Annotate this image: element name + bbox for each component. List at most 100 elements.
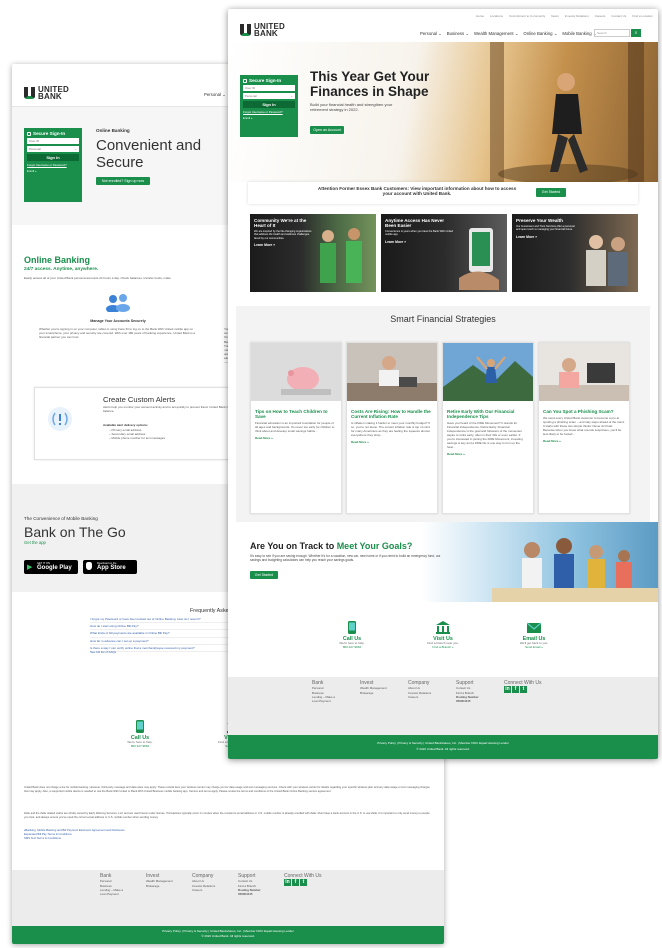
sign-in-button[interactable]: Sign In: [243, 101, 295, 108]
call-us-phone[interactable]: 800.327.9862: [320, 645, 384, 649]
util-link[interactable]: Locations: [490, 14, 503, 18]
user-id-field[interactable]: User ID: [243, 85, 295, 91]
faq-item[interactable]: How far in advance can I set up a paymen…: [90, 638, 230, 645]
mobile-title: Bank on The Go: [24, 524, 126, 540]
article-title: Retire Early With Our Financial Independ…: [447, 409, 515, 419]
woman-computer-photo: [539, 343, 629, 401]
get-app-link[interactable]: Get the app: [24, 540, 46, 545]
nav-business[interactable]: Business ⌄: [447, 31, 469, 37]
zelle-disclaimer: Zelle and the Zelle related marks are wh…: [24, 812, 430, 819]
call-us-block: Call Us We're here to help. 800.327.9862: [320, 621, 384, 649]
site-footer: Bank Personal Business Lending – Make a Loan…: [228, 677, 658, 735]
search-input[interactable]: Search: [594, 29, 630, 37]
article-card-children[interactable]: Tips on How to Teach Children to Save Fi…: [250, 342, 342, 514]
faq-item[interactable]: I forgot my Password or have been locked…: [90, 616, 230, 624]
read-more-link[interactable]: Read More »: [543, 439, 625, 443]
promo-learn-more[interactable]: Learn More »: [385, 240, 455, 244]
hero-title: This Year Get Your Finances in Shape: [310, 69, 430, 99]
google-play-badge[interactable]: ▶ GET IT ON Google Play: [24, 560, 78, 574]
article-title: Can You Spot a Phishing Scam?: [543, 409, 614, 414]
util-link[interactable]: Investor Relations: [565, 14, 589, 18]
facebook-icon[interactable]: f: [512, 686, 519, 694]
nav-wealth[interactable]: Wealth Management ⌄: [474, 31, 518, 37]
strategies-heading: Smart Financial Strategies: [390, 314, 496, 324]
send-email-link[interactable]: Send Email »: [502, 645, 566, 649]
faq-more-link[interactable]: See full list of FAQs: [90, 650, 116, 654]
enroll-link[interactable]: Enroll »: [243, 116, 295, 120]
account-type-select[interactable]: Personal ⌄: [243, 93, 295, 99]
util-link[interactable]: News: [551, 14, 559, 18]
user-id-field[interactable]: User ID: [27, 138, 79, 144]
read-more-link[interactable]: Read More »: [447, 452, 529, 456]
nav-mobile-banking[interactable]: Mobile Banking ⌄: [562, 31, 596, 37]
promo-learn-more[interactable]: Learn More »: [516, 235, 576, 239]
call-us-phone[interactable]: 800.327.9862: [108, 744, 172, 748]
forgot-link[interactable]: Forgot Username or Password?: [27, 163, 79, 167]
feature-card-manage: Manage Your Accounts Securely Whether yo…: [24, 287, 234, 376]
promo-learn-more[interactable]: Learn More »: [254, 243, 314, 247]
goals-title: Are You on Track to Meet Your Goals?: [250, 541, 413, 551]
feature-title-manage: Manage Your Accounts Securely: [90, 319, 146, 323]
footer-connect: Connect With Us in f t: [284, 873, 322, 887]
util-link[interactable]: Commitment to Community: [509, 14, 545, 18]
open-account-button[interactable]: Open an Account: [310, 126, 344, 134]
goals-text: It's easy to see if you are saving enoug…: [250, 554, 441, 563]
nav-personal[interactable]: Personal ⌄: [420, 31, 442, 37]
read-more-link[interactable]: Read More »: [255, 436, 337, 440]
promo-preserve-wealth[interactable]: Preserve Your Wealth Our Investment and …: [512, 214, 638, 292]
article-card-inflation[interactable]: Costs Are Rising: How to Handle the Curr…: [346, 342, 438, 514]
sign-in-button[interactable]: Sign In: [27, 154, 79, 161]
footer-col-bank: Bank Personal Business Lending – Make a Loan…: [100, 873, 123, 897]
alerts-title: Create Custom Alerts: [103, 395, 176, 404]
search-icon[interactable]: ⌕: [631, 29, 641, 37]
promo-title: Preserve Your Wealth: [516, 218, 563, 223]
linkedin-icon[interactable]: in: [284, 879, 291, 887]
enroll-now-button[interactable]: Not enrolled? Sign up now: [96, 177, 150, 185]
secure-signin-box: Secure Sign-In User ID Personal ⌄ Sign In…: [240, 75, 298, 137]
twitter-icon[interactable]: t: [520, 686, 527, 694]
united-bank-logo[interactable]: UNITED BANK: [24, 86, 69, 101]
legal-link[interactable]: SMS Text Terms & Conditions: [24, 836, 125, 840]
promo-mobile-access[interactable]: Anytime Access Has Never Been Easier Con…: [381, 214, 507, 292]
footer-bottom-bar: Privacy Policy | Privacy & Security | Un…: [12, 926, 444, 944]
online-banking-title: Online Banking: [24, 255, 91, 265]
family-beach-photo: [492, 538, 658, 602]
faq-list: I forgot my Password or have been locked…: [90, 616, 230, 653]
nav-personal[interactable]: Personal ⌄: [204, 92, 226, 98]
util-link[interactable]: Find a Location: [632, 14, 653, 18]
app-store-badge[interactable]: Download on the App Store: [83, 560, 137, 574]
nav-online-banking[interactable]: Online Banking ⌄: [523, 31, 557, 37]
visit-us-link[interactable]: Find a Branch »: [411, 645, 475, 649]
apple-icon: [86, 562, 92, 570]
notice-get-started-button[interactable]: Get Started: [536, 188, 566, 197]
linkedin-icon[interactable]: in: [504, 686, 511, 694]
article-text: We send every United Bank customer to be…: [543, 416, 625, 436]
community-photo: [320, 228, 362, 283]
facebook-icon[interactable]: f: [292, 879, 299, 887]
footer-col-support: Support Contact Us Find a Branch Routing Nu…: [456, 680, 479, 704]
footer-col-support: Support Contact Us Find a Branch Routing Nu…: [238, 873, 261, 897]
mobile-eyebrow: The Convenience of Mobile Banking: [24, 516, 98, 521]
read-more-link[interactable]: Read More »: [351, 440, 433, 444]
footer-col-company: Company About Us Investor Relations Careers: [192, 873, 216, 892]
util-link[interactable]: Contact Us: [611, 14, 626, 18]
article-card-retire-early[interactable]: Retire Early With Our Financial Independ…: [442, 342, 534, 514]
util-link[interactable]: Home: [476, 14, 484, 18]
article-card-phishing[interactable]: Can You Spot a Phishing Scam? We send ev…: [538, 342, 630, 514]
woman-laptop-photo: [347, 343, 437, 401]
forgot-link[interactable]: Forgot Username or Password?: [243, 110, 295, 114]
promo-text: Convenience is yours when you have the B…: [385, 230, 454, 237]
united-bank-logo[interactable]: UNITED BANK: [240, 23, 285, 38]
faq-item[interactable]: How do I start using Online Bill Pay?: [90, 623, 230, 631]
util-link[interactable]: Careers: [595, 14, 606, 18]
logo-text-line2: BANK: [254, 29, 278, 38]
site-footer: Bank Personal Business Lending – Make a Loan…: [12, 870, 444, 926]
promo-community[interactable]: Community We're at the Heart of It We ar…: [250, 214, 376, 292]
enroll-link[interactable]: Enroll »: [27, 169, 79, 173]
goals-get-started-button[interactable]: Get Started: [250, 571, 278, 579]
account-type-select[interactable]: Personal ⌄: [27, 146, 79, 152]
twitter-icon[interactable]: t: [300, 879, 307, 887]
faq-item[interactable]: What kinds of bill payments are availabl…: [90, 630, 230, 638]
footer-copyright: © 2022 United Bank. All rights reserved.: [416, 747, 470, 751]
lock-icon: [27, 131, 31, 136]
